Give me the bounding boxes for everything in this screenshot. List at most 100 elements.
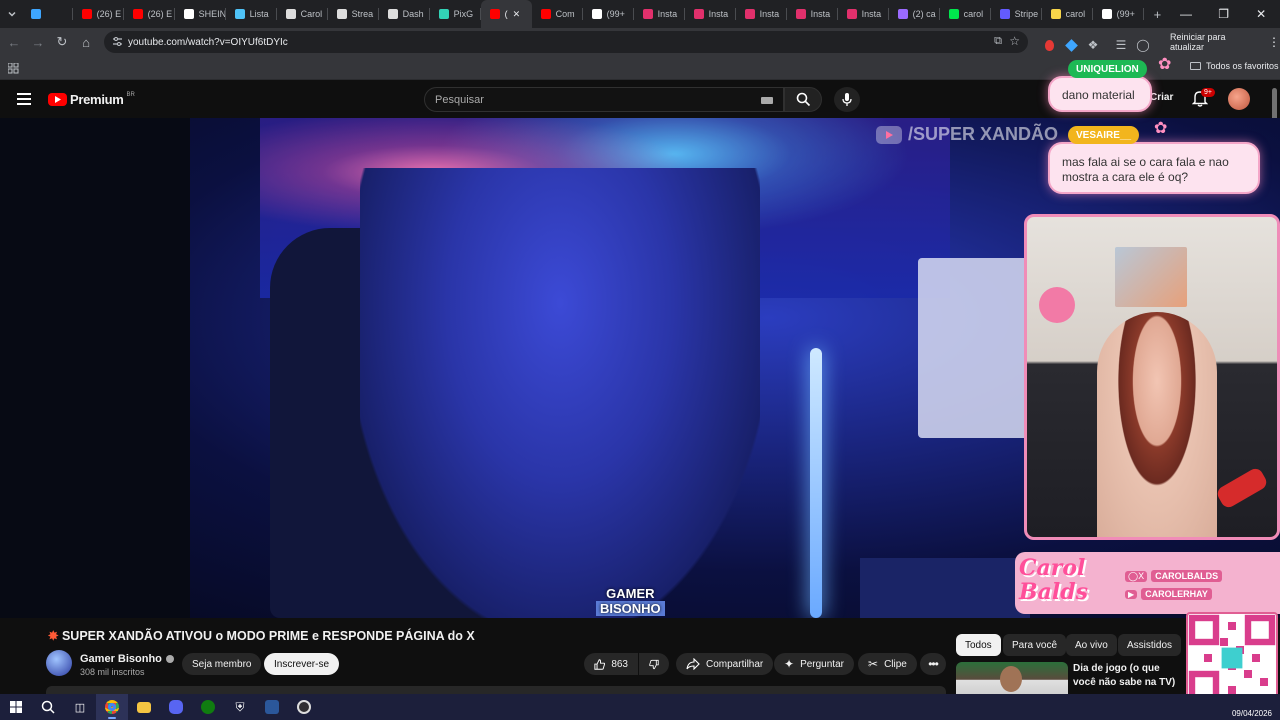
clip-button[interactable]: ✂ Clipe (858, 653, 917, 675)
desk-keyboard (860, 558, 1030, 618)
reload-icon[interactable]: ↻ (50, 30, 74, 54)
led-light (810, 348, 822, 618)
browser-tab[interactable]: Carol (277, 0, 328, 28)
taskbar-date[interactable]: 09/04/2026 (1232, 709, 1272, 718)
thumbs-up-icon (594, 658, 606, 670)
chat-username-2: VESAIRE__ (1068, 126, 1140, 144)
browser-tab[interactable]: Insta (838, 0, 889, 28)
join-button[interactable]: Seja membro (182, 653, 262, 675)
taskbar-security[interactable]: ⛨ (224, 694, 256, 720)
browser-menu-icon[interactable]: ⋮ (1268, 35, 1280, 49)
chip-live[interactable]: Ao vivo (1066, 634, 1117, 656)
chip-all[interactable]: Todos (956, 634, 1001, 656)
address-bar[interactable]: youtube.com/watch?v=OIYUf6tDYIc ⧉ ☆ (104, 31, 1028, 53)
taskbar-search-button[interactable] (32, 694, 64, 720)
site-info-icon[interactable] (112, 36, 123, 50)
apps-grid-icon[interactable] (7, 61, 19, 79)
start-button[interactable] (0, 694, 32, 720)
bookmark-star-icon[interactable]: ☆ (1009, 34, 1020, 48)
more-actions-button[interactable]: ••• (920, 653, 946, 675)
restart-to-update-button[interactable]: Reiniciar para atualizar ⋮ (1170, 32, 1280, 52)
share-button[interactable]: Compartilhar (676, 653, 774, 675)
task-view-button[interactable]: ◫ (64, 694, 96, 720)
description-box[interactable] (46, 686, 946, 694)
browser-tab[interactable]: (99+ (1093, 0, 1144, 28)
restore-icon[interactable]: ❐ (1205, 0, 1243, 28)
extension-gem-icon[interactable] (1062, 33, 1080, 57)
streamer-brand-band: Carol Balds ◯X CAROLBALDS ▶ CAROLERHAY (1015, 552, 1280, 614)
tab-favicon-icon (846, 9, 857, 19)
obs-icon (297, 700, 311, 714)
windows-logo-icon (10, 701, 22, 713)
like-button[interactable]: 863 (584, 653, 638, 675)
guide-menu-icon[interactable] (17, 93, 31, 105)
browser-tab[interactable]: Insta (685, 0, 736, 28)
search-input[interactable]: Pesquisar (424, 87, 784, 112)
taskbar-discord[interactable] (160, 694, 192, 720)
close-tab-icon[interactable]: ✕ (513, 9, 521, 20)
browser-tab[interactable]: (99+ (583, 0, 634, 28)
browser-tab[interactable]: Lista (226, 0, 277, 28)
browser-tab[interactable]: Stripe (991, 0, 1042, 28)
browser-tab[interactable]: Insta (736, 0, 787, 28)
taskbar-obs[interactable] (288, 694, 320, 720)
browser-tab[interactable]: Com (532, 0, 583, 28)
chip-watched[interactable]: Assistidos (1118, 634, 1182, 656)
keyboard-icon[interactable] (761, 97, 773, 104)
install-app-icon[interactable]: ⧉ (994, 35, 1002, 48)
tab-favicon-icon (591, 9, 602, 19)
reading-list-icon[interactable]: ☰ (1112, 33, 1130, 57)
taskbar-xbox[interactable] (192, 694, 224, 720)
new-tab-icon[interactable]: + (1148, 2, 1168, 26)
social-handle-x: ◯X CAROLBALDS (1125, 570, 1223, 582)
forward-icon[interactable]: → (26, 30, 50, 54)
chip-for-you[interactable]: Para você (1003, 634, 1067, 656)
subscribe-button[interactable]: Inscrever-se (264, 653, 340, 675)
ask-button[interactable]: ✦ Perguntar (774, 653, 854, 675)
close-window-icon[interactable]: ✕ (1242, 0, 1280, 28)
task-view-icon: ◫ (74, 701, 86, 714)
browser-tab[interactable]: Dash (379, 0, 430, 28)
recommended-video-thumbnail[interactable] (956, 662, 1068, 694)
word-icon (265, 700, 279, 714)
channel-avatar[interactable] (46, 650, 72, 676)
taskbar-file-explorer[interactable] (128, 694, 160, 720)
all-bookmarks-button[interactable]: Todos os favoritos (1190, 61, 1279, 71)
tab-favicon-icon (183, 9, 194, 19)
dislike-button[interactable] (639, 653, 669, 675)
account-avatar[interactable] (1228, 88, 1250, 110)
create-button[interactable]: Criar (1150, 92, 1173, 103)
browser-tab[interactable]: PixG (430, 0, 481, 28)
home-icon[interactable]: ⌂ (74, 30, 98, 54)
browser-tab[interactable]: Insta (787, 0, 838, 28)
browser-tab[interactable]: Insta (634, 0, 685, 28)
minimize-icon[interactable]: — (1167, 0, 1205, 28)
browser-tab[interactable]: SHEIN (175, 0, 226, 28)
notifications-button[interactable]: 9+ (1191, 88, 1215, 112)
extensions-puzzle-icon[interactable]: ❖ (1084, 33, 1102, 57)
more-dots-icon: ••• (928, 657, 939, 671)
browser-tab[interactable]: (2) ca (889, 0, 940, 28)
search-button[interactable] (784, 87, 822, 112)
browser-tab[interactable]: (26) E (73, 0, 124, 28)
youtube-premium-logo[interactable]: Premium BR (48, 92, 135, 107)
browser-tab[interactable]: carol (940, 0, 991, 28)
tab-title: Stripe (1014, 9, 1039, 19)
browser-tab[interactable]: (✕ (480, 0, 532, 28)
browser-tab[interactable] (22, 0, 73, 28)
channel-name[interactable]: Gamer Bisonho (80, 653, 174, 665)
tab-title: Lista (249, 9, 269, 19)
browser-tab[interactable]: Strea (328, 0, 379, 28)
browser-tab[interactable]: carol (1042, 0, 1093, 28)
voice-search-button[interactable] (834, 87, 860, 112)
tab-separator (1142, 8, 1144, 20)
taskbar-word[interactable] (256, 694, 288, 720)
profile-icon[interactable]: ◯ (1134, 33, 1152, 57)
browser-tab[interactable]: (26) E (124, 0, 175, 28)
tab-search-icon[interactable] (2, 2, 22, 26)
recommended-video-title[interactable]: Dia de jogo (o que você não sabe na TV) (1073, 662, 1185, 690)
taskbar-chrome[interactable] (96, 694, 128, 720)
extension-red-icon[interactable] (1040, 33, 1058, 57)
search-icon (796, 92, 810, 107)
back-icon[interactable]: ← (2, 30, 26, 54)
